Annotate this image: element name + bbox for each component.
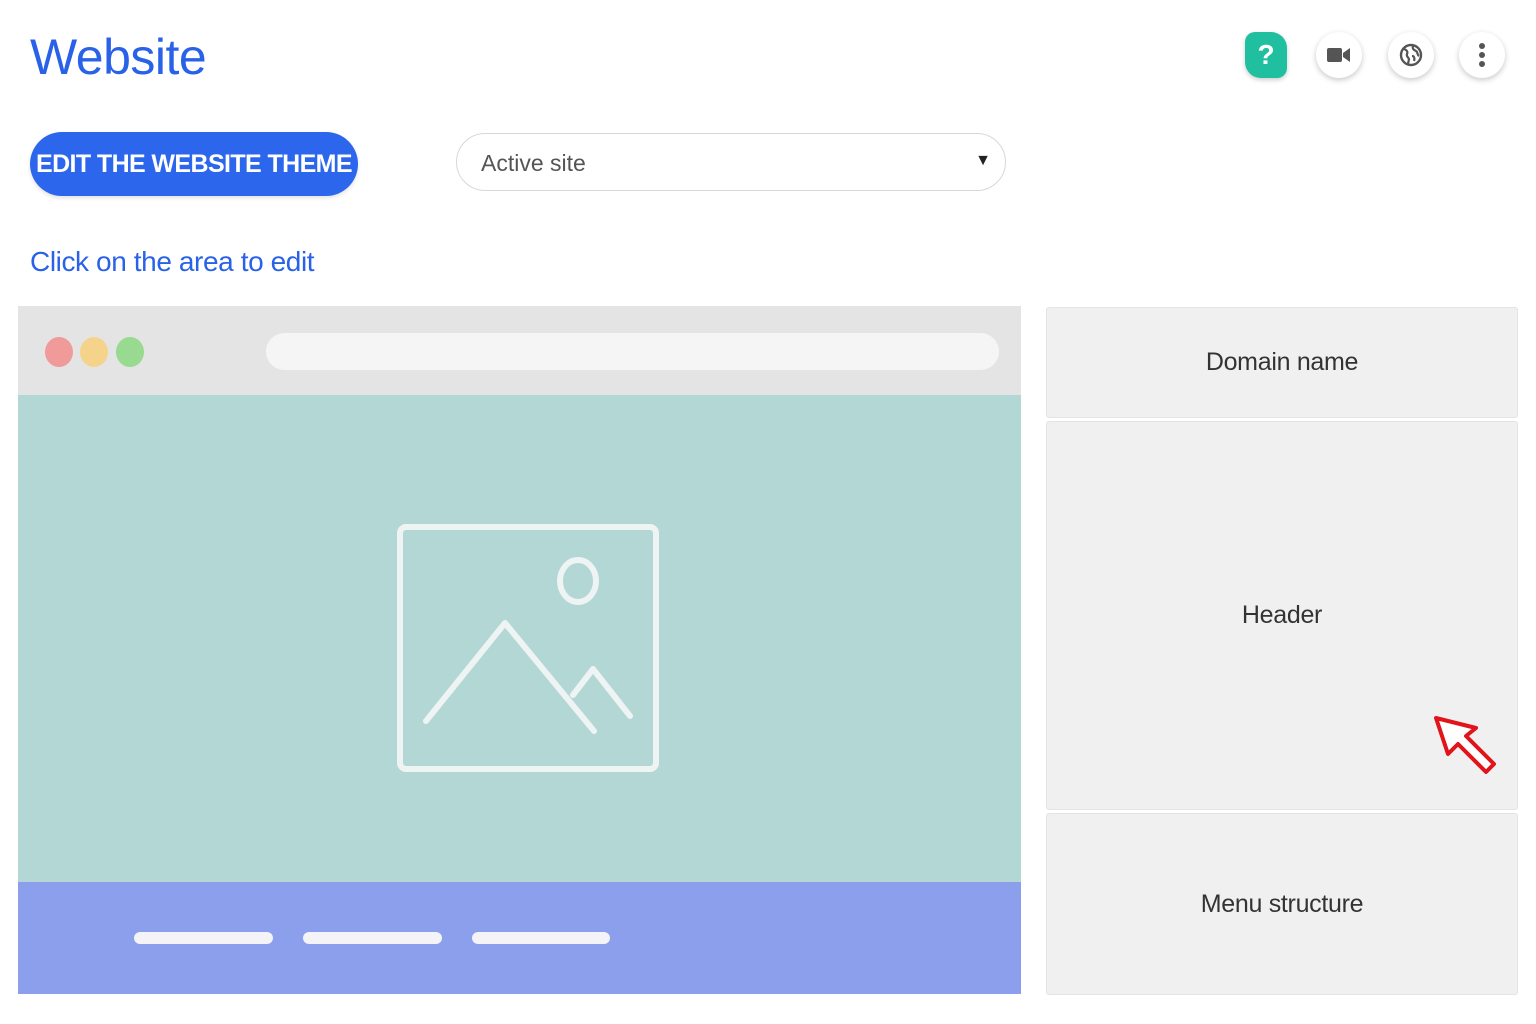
page-title: Website	[30, 29, 207, 85]
menu-structure-label: Menu structure	[1200, 889, 1364, 918]
chevron-down-icon: ▼	[975, 152, 991, 169]
help-button[interactable]: ?	[1245, 32, 1287, 78]
video-camera-icon	[1327, 48, 1350, 62]
edit-theme-button[interactable]: EDIT THE WEBSITE THEME	[30, 132, 358, 196]
domain-name-label: Domain name	[1205, 348, 1359, 376]
menu-placeholder-line	[303, 932, 442, 944]
menu-placeholder-line	[134, 932, 273, 944]
menu-placeholder-line	[472, 932, 610, 944]
window-maximize-dot	[116, 337, 144, 367]
video-button[interactable]	[1316, 32, 1362, 78]
site-select[interactable]: Active site ▼	[456, 133, 1006, 191]
edit-hint: Click on the area to edit	[30, 246, 315, 277]
preview-hero-area[interactable]	[18, 395, 1021, 882]
address-bar	[266, 333, 999, 370]
browser-preview	[18, 306, 1021, 994]
image-placeholder-icon	[397, 524, 659, 772]
header-label: Header	[1241, 601, 1323, 629]
domain-name-section[interactable]: Domain name	[1046, 307, 1518, 418]
help-icon: ?	[1257, 39, 1275, 70]
globe-icon	[1399, 43, 1423, 67]
site-select-value: Active site	[481, 150, 586, 176]
menu-structure-section[interactable]: Menu structure	[1046, 813, 1518, 995]
arrow-cursor-icon	[1434, 716, 1496, 774]
preview-menu-area[interactable]	[18, 882, 1021, 994]
window-minimize-dot	[80, 337, 108, 367]
page: Website ? EDIT THE WEBSITE THEME Active …	[0, 0, 1536, 1024]
more-vertical-icon	[1479, 43, 1485, 67]
window-close-dot	[45, 337, 73, 367]
globe-button[interactable]	[1388, 32, 1434, 78]
browser-toolbar	[18, 306, 1021, 395]
more-options-button[interactable]	[1459, 32, 1505, 78]
